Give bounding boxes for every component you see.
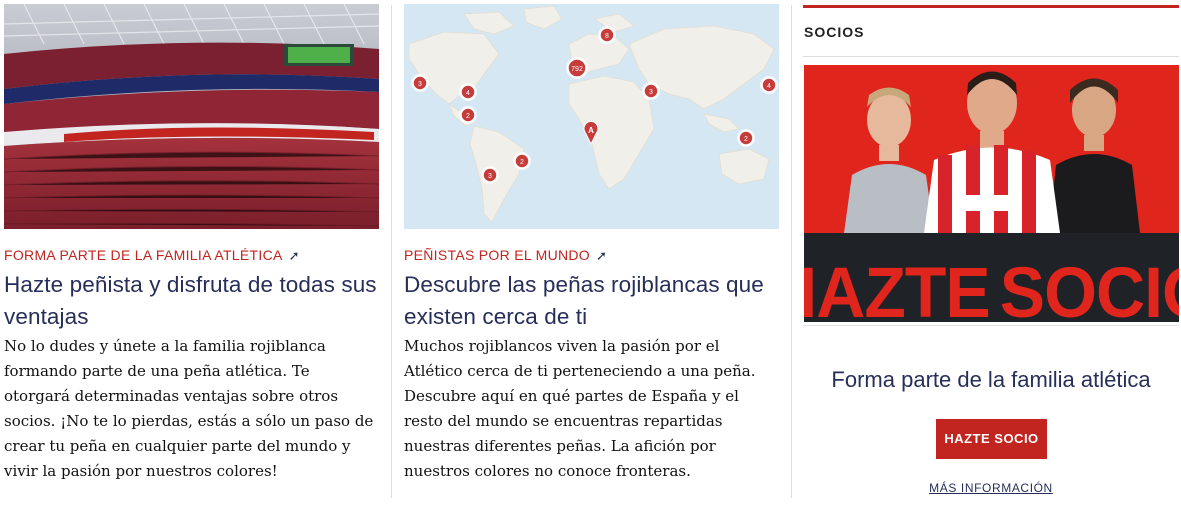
kicker-text[interactable]: FORMA PARTE DE LA FAMILIA ATLÉTICA xyxy=(4,247,283,263)
svg-text:2: 2 xyxy=(466,113,470,120)
hazte-socio-banner[interactable]: HAZTESOCIO xyxy=(804,65,1179,322)
svg-text:3: 3 xyxy=(649,89,653,96)
card-title[interactable]: Descubre las peñas rojiblancas que exist… xyxy=(404,269,779,333)
svg-text:3: 3 xyxy=(488,173,492,180)
column-divider xyxy=(391,5,392,498)
mas-informacion-link[interactable]: MÁS INFORMACIÓN xyxy=(803,481,1179,495)
svg-text:2: 2 xyxy=(520,159,524,166)
column-divider xyxy=(791,5,792,498)
kicker-text[interactable]: PEÑISTAS POR EL MUNDO xyxy=(404,247,590,263)
svg-text:792: 792 xyxy=(571,66,583,73)
svg-text:3: 3 xyxy=(418,81,422,88)
svg-text:A: A xyxy=(588,126,594,135)
world-map-image[interactable]: 8 3 4 2 792 3 4 2 3 2 A xyxy=(404,4,779,229)
arrow-icon: ➚ xyxy=(288,248,300,263)
world-map: 8 3 4 2 792 3 4 2 3 2 A xyxy=(404,4,779,229)
divider xyxy=(803,325,1179,326)
card-kicker[interactable]: PEÑISTAS POR EL MUNDO ➚ xyxy=(404,247,607,264)
hazte-socio-button[interactable]: HAZTE SOCIO xyxy=(936,419,1047,459)
svg-text:4: 4 xyxy=(466,90,470,97)
socios-heading: SOCIOS xyxy=(804,24,865,40)
card-description: Muchos rojiblancos viven la pasión por e… xyxy=(404,337,756,480)
svg-text:2: 2 xyxy=(744,136,748,143)
socios-accent-bar xyxy=(803,5,1179,8)
card-description: No lo dudes y únete a la familia rojibla… xyxy=(4,337,374,480)
stadium-image[interactable] xyxy=(4,4,379,229)
svg-text:4: 4 xyxy=(767,83,771,90)
card-title[interactable]: Hazte peñista y disfruta de todas sus ve… xyxy=(4,269,379,333)
divider xyxy=(803,56,1179,57)
svg-text:8: 8 xyxy=(605,33,609,40)
cta-title: Forma parte de la familia atlética xyxy=(831,367,1151,392)
card-kicker[interactable]: FORMA PARTE DE LA FAMILIA ATLÉTICA ➚ xyxy=(4,247,300,264)
arrow-icon: ➚ xyxy=(596,248,608,263)
